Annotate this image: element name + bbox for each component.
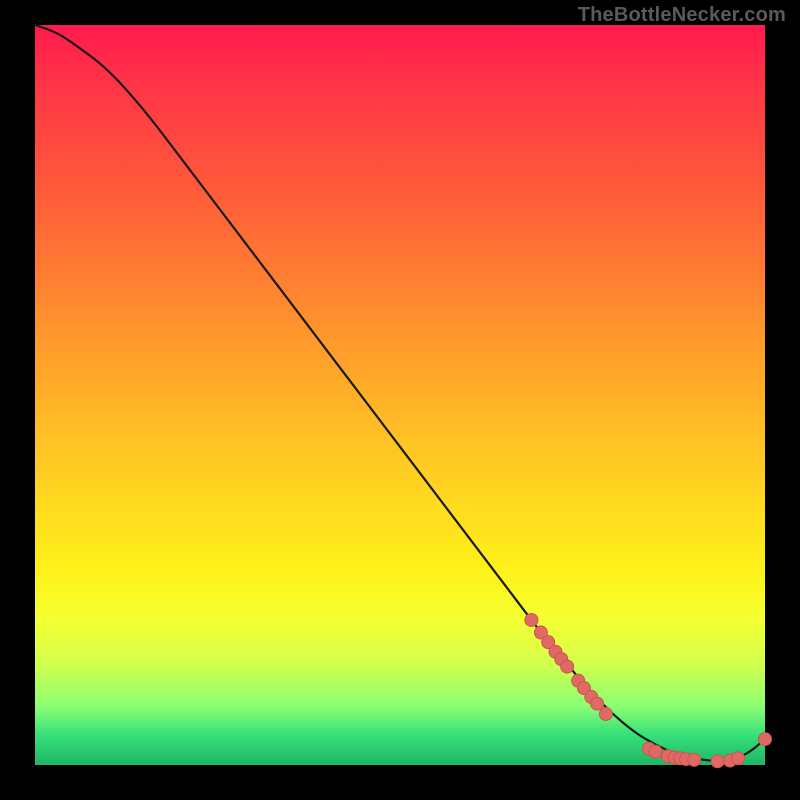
data-marker xyxy=(591,697,604,710)
data-marker xyxy=(759,733,772,746)
plot-area xyxy=(35,25,765,765)
watermark-text: TheBottleNecker.com xyxy=(578,4,786,27)
data-marker xyxy=(731,752,744,765)
bottleneck-curve xyxy=(35,25,765,761)
data-markers-group xyxy=(525,613,772,767)
data-marker xyxy=(561,660,574,673)
data-marker xyxy=(525,613,538,626)
data-marker xyxy=(649,745,662,758)
data-marker xyxy=(599,707,612,720)
data-marker xyxy=(688,753,701,766)
chart-overlay-svg xyxy=(35,25,765,765)
chart-stage: TheBottleNecker.com xyxy=(0,0,800,800)
data-marker xyxy=(711,755,724,768)
